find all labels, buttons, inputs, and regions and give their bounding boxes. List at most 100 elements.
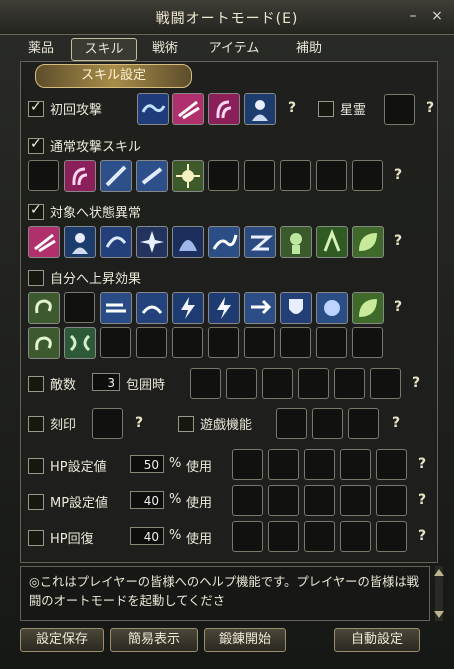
wind-icon[interactable]: [100, 292, 132, 324]
skill-slot[interactable]: [208, 160, 239, 191]
skill-slot[interactable]: [316, 160, 347, 191]
slash-icon[interactable]: [172, 93, 204, 125]
run-icon[interactable]: [244, 292, 276, 324]
skill-slot[interactable]: [268, 485, 299, 516]
cloak-icon[interactable]: [172, 226, 204, 258]
claw-icon[interactable]: [208, 93, 240, 125]
skill-slot[interactable]: [340, 449, 371, 480]
skill-slot[interactable]: [64, 292, 95, 323]
skill-slot[interactable]: [376, 485, 407, 516]
skill-slot[interactable]: [232, 521, 263, 552]
splash-icon[interactable]: [208, 226, 240, 258]
sage-icon[interactable]: [64, 226, 96, 258]
help-question-icon[interactable]: ?: [135, 415, 143, 431]
bolt-icon[interactable]: [172, 292, 204, 324]
help-question-icon[interactable]: ?: [392, 415, 400, 431]
skill-slot[interactable]: [352, 327, 383, 358]
skill-slot[interactable]: [298, 368, 329, 399]
spirit-slot[interactable]: [384, 94, 415, 125]
skill-slot[interactable]: [172, 327, 203, 358]
slash-icon[interactable]: [28, 226, 60, 258]
wave-icon[interactable]: [137, 93, 169, 125]
tab-medicine[interactable]: 薬品: [20, 38, 62, 59]
leaf-icon[interactable]: [352, 226, 384, 258]
skill-slot[interactable]: [316, 327, 347, 358]
skill-slot[interactable]: [304, 485, 335, 516]
skill-slot[interactable]: [232, 485, 263, 516]
shield-icon[interactable]: [280, 292, 312, 324]
skill-slot[interactable]: [352, 160, 383, 191]
spirit-checkbox[interactable]: [318, 101, 334, 117]
help-question-icon[interactable]: ?: [394, 233, 402, 249]
sage-icon[interactable]: [244, 93, 276, 125]
hp-setting-checkbox[interactable]: [28, 458, 44, 474]
minimize-icon[interactable]: –: [404, 7, 422, 25]
hp-recover-checkbox[interactable]: [28, 530, 44, 546]
normal-skill-checkbox[interactable]: [28, 136, 44, 154]
self-buff-checkbox[interactable]: [28, 270, 44, 286]
skill-slot[interactable]: [340, 521, 371, 552]
engrave-slot[interactable]: [92, 408, 123, 439]
wave-icon[interactable]: [28, 327, 60, 359]
skill-slot[interactable]: [268, 449, 299, 480]
help-question-icon[interactable]: ?: [394, 167, 402, 183]
start-training-button[interactable]: 鍛錬開始: [204, 628, 286, 652]
skill-slot[interactable]: [244, 160, 275, 191]
hp-setting-input[interactable]: 50: [130, 455, 164, 473]
claw-icon[interactable]: [64, 160, 96, 192]
skill-slot[interactable]: [376, 449, 407, 480]
close-icon[interactable]: ×: [428, 7, 446, 25]
help-question-icon[interactable]: ?: [412, 375, 420, 391]
skill-slot[interactable]: [28, 160, 59, 191]
figure-icon[interactable]: [316, 226, 348, 258]
skill-slot[interactable]: [370, 368, 401, 399]
help-question-icon[interactable]: ?: [418, 492, 426, 508]
skill-slot[interactable]: [276, 408, 307, 439]
skill-slot[interactable]: [280, 327, 311, 358]
help-question-icon[interactable]: ?: [394, 299, 402, 315]
skill-slot[interactable]: [280, 160, 311, 191]
skill-slot[interactable]: [334, 368, 365, 399]
help-question-icon[interactable]: ?: [418, 456, 426, 472]
skill-slot[interactable]: [348, 408, 379, 439]
skill-slot[interactable]: [340, 485, 371, 516]
tab-support[interactable]: 補助: [288, 38, 330, 59]
skill-slot[interactable]: [208, 327, 239, 358]
wind-icon[interactable]: [136, 292, 168, 324]
blade-icon[interactable]: [100, 160, 132, 192]
title-bar[interactable]: 戦闘オートモード(E) – ×: [0, 0, 454, 35]
first-attack-checkbox[interactable]: [28, 99, 44, 117]
skill-slot[interactable]: [262, 368, 293, 399]
skill-slot[interactable]: [136, 327, 167, 358]
play-function-checkbox[interactable]: [178, 416, 194, 432]
wave-icon[interactable]: [28, 292, 60, 324]
wing-icon[interactable]: [244, 226, 276, 258]
split-icon[interactable]: [64, 327, 96, 359]
enemy-count-input[interactable]: 3: [92, 373, 120, 391]
skill-slot[interactable]: [232, 449, 263, 480]
help-question-icon[interactable]: ?: [418, 528, 426, 544]
burst-icon[interactable]: [172, 160, 204, 192]
tab-skill[interactable]: スキル: [71, 38, 137, 61]
skill-slot[interactable]: [268, 521, 299, 552]
help-question-icon[interactable]: ?: [426, 100, 434, 116]
skill-slot[interactable]: [100, 327, 131, 358]
target-status-checkbox[interactable]: [28, 202, 44, 220]
hp-recover-input[interactable]: 40: [130, 527, 164, 545]
hand-icon[interactable]: [280, 226, 312, 258]
skill-slot[interactable]: [376, 521, 407, 552]
save-settings-button[interactable]: 設定保存: [20, 628, 104, 652]
skill-slot[interactable]: [304, 449, 335, 480]
splash-icon[interactable]: [316, 292, 348, 324]
simple-view-button[interactable]: 簡易表示: [110, 628, 198, 652]
tab-item[interactable]: アイテム: [200, 38, 268, 59]
skill-slot[interactable]: [312, 408, 343, 439]
engrave-checkbox[interactable]: [28, 416, 44, 432]
skill-slot[interactable]: [304, 521, 335, 552]
tab-tactics[interactable]: 戦術: [144, 38, 186, 59]
star-icon[interactable]: [136, 226, 168, 258]
blade-icon[interactable]: [136, 160, 168, 192]
swirl-icon[interactable]: [100, 226, 132, 258]
leaf-icon[interactable]: [352, 292, 384, 324]
auto-settings-button[interactable]: 自動設定: [334, 628, 420, 652]
